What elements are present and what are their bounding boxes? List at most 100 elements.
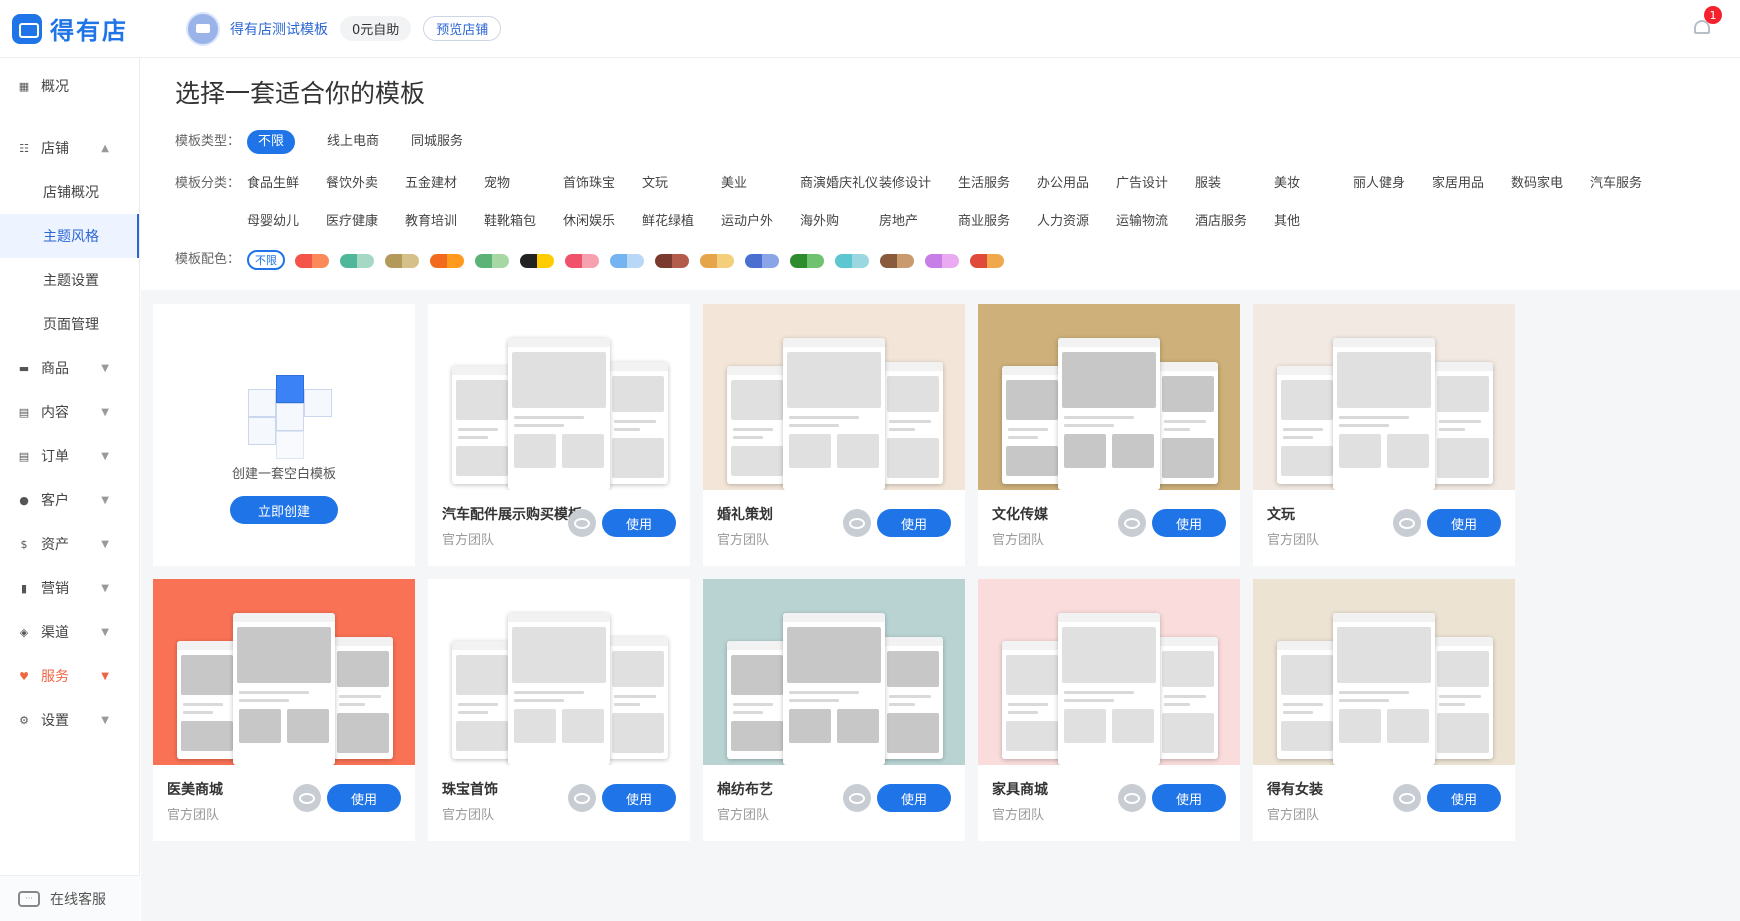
category-option[interactable]: 人力资源 (1037, 210, 1116, 234)
color-swatch[interactable] (745, 254, 779, 268)
category-option[interactable]: 首饰珠宝 (563, 172, 642, 196)
template-card[interactable]: 得有女装 官方团队 使用 (1253, 579, 1515, 841)
category-option[interactable]: 美妆 (1274, 172, 1353, 196)
nav-theme-style[interactable]: 主题风格 (0, 214, 139, 258)
template-card[interactable]: 文化传媒 官方团队 使用 (978, 304, 1240, 566)
category-option[interactable]: 广告设计 (1116, 172, 1195, 196)
template-card[interactable]: 家具商城 官方团队 使用 (978, 579, 1240, 841)
use-template-button[interactable]: 使用 (327, 784, 401, 812)
category-option[interactable]: 海外购 (800, 210, 879, 234)
template-thumbnail[interactable] (1253, 304, 1515, 490)
nav-store-overview[interactable]: 店铺概况 (0, 170, 139, 214)
preview-eye-icon[interactable] (293, 784, 321, 812)
color-swatch[interactable] (475, 254, 509, 268)
use-template-button[interactable]: 使用 (1152, 509, 1226, 537)
color-swatch[interactable] (925, 254, 959, 268)
nav-customers[interactable]: ● 客户 ▼ (0, 478, 139, 522)
preview-eye-icon[interactable] (843, 509, 871, 537)
type-option[interactable]: 线上电商 (327, 130, 379, 154)
category-option[interactable]: 休闲娱乐 (563, 210, 642, 234)
nav-marketing[interactable]: ▮ 营销 ▼ (0, 566, 139, 610)
category-option[interactable]: 汽车服务 (1590, 172, 1669, 196)
template-card[interactable]: 汽车配件展示购买模板 官方团队 使用 (428, 304, 690, 566)
template-card[interactable]: 文玩 官方团队 使用 (1253, 304, 1515, 566)
category-option[interactable]: 宠物 (484, 172, 563, 196)
nav-goods[interactable]: ▬ 商品 ▼ (0, 346, 139, 390)
color-swatch[interactable] (340, 254, 374, 268)
preview-eye-icon[interactable] (1118, 784, 1146, 812)
use-template-button[interactable]: 使用 (877, 784, 951, 812)
use-template-button[interactable]: 使用 (877, 509, 951, 537)
use-template-button[interactable]: 使用 (1427, 784, 1501, 812)
shop-avatar[interactable] (186, 11, 220, 46)
category-option[interactable]: 房地产 (879, 210, 958, 234)
use-template-button[interactable]: 使用 (1427, 509, 1501, 537)
category-option[interactable]: 商演婚庆礼仪 (800, 172, 879, 196)
template-card[interactable]: 婚礼策划 官方团队 使用 (703, 304, 965, 566)
template-card[interactable]: 珠宝首饰 官方团队 使用 (428, 579, 690, 841)
color-swatch[interactable] (880, 254, 914, 268)
nav-channels[interactable]: ◈ 渠道 ▼ (0, 610, 139, 654)
nav-content[interactable]: ▤ 内容 ▼ (0, 390, 139, 434)
shop-name[interactable]: 得有店测试模板 (230, 19, 328, 39)
use-template-button[interactable]: 使用 (602, 784, 676, 812)
nav-orders[interactable]: ▤ 订单 ▼ (0, 434, 139, 478)
preview-eye-icon[interactable] (568, 784, 596, 812)
template-thumbnail[interactable] (153, 579, 415, 765)
category-option[interactable]: 美业 (721, 172, 800, 196)
nav-store[interactable]: ☷ 店铺 ▲ (0, 126, 139, 170)
use-template-button[interactable]: 使用 (1152, 784, 1226, 812)
category-option[interactable]: 食品生鲜 (247, 172, 326, 196)
color-swatch[interactable] (565, 254, 599, 268)
category-option[interactable]: 餐饮外卖 (326, 172, 405, 196)
category-option[interactable]: 母婴幼儿 (247, 210, 326, 234)
category-option[interactable]: 装修设计 (879, 172, 958, 196)
preview-eye-icon[interactable] (1118, 509, 1146, 537)
create-now-button[interactable]: 立即创建 (230, 496, 338, 524)
category-option[interactable]: 生活服务 (958, 172, 1037, 196)
color-swatch[interactable] (700, 254, 734, 268)
category-option[interactable]: 服装 (1195, 172, 1274, 196)
notification-button[interactable]: 1 (1690, 6, 1722, 38)
color-swatch[interactable] (835, 254, 869, 268)
category-option[interactable]: 鲜花绿植 (642, 210, 721, 234)
preview-eye-icon[interactable] (1393, 509, 1421, 537)
plan-badge[interactable]: 0元自助 (340, 16, 412, 41)
category-option[interactable]: 运动户外 (721, 210, 800, 234)
template-card[interactable]: 医美商城 官方团队 使用 (153, 579, 415, 841)
category-option[interactable]: 运输物流 (1116, 210, 1195, 234)
color-all-option[interactable]: 不限 (247, 250, 285, 270)
category-option[interactable]: 医疗健康 (326, 210, 405, 234)
category-option[interactable]: 家居用品 (1432, 172, 1511, 196)
category-option[interactable]: 其他 (1274, 210, 1353, 234)
color-swatch[interactable] (295, 254, 329, 268)
category-option[interactable]: 鞋靴箱包 (484, 210, 563, 234)
preview-store-button[interactable]: 预览店铺 (423, 16, 502, 41)
template-thumbnail[interactable] (978, 579, 1240, 765)
category-option[interactable]: 数码家电 (1511, 172, 1590, 196)
preview-eye-icon[interactable] (1393, 784, 1421, 812)
category-option[interactable]: 办公用品 (1037, 172, 1116, 196)
template-thumbnail[interactable] (978, 304, 1240, 490)
nav-assets[interactable]: $ 资产 ▼ (0, 522, 139, 566)
category-option[interactable]: 五金建材 (405, 172, 484, 196)
use-template-button[interactable]: 使用 (602, 509, 676, 537)
nav-services[interactable]: ♥ 服务 ▼ (0, 654, 139, 698)
category-option[interactable]: 教育培训 (405, 210, 484, 234)
template-thumbnail[interactable] (1253, 579, 1515, 765)
category-option[interactable]: 丽人健身 (1353, 172, 1432, 196)
template-thumbnail[interactable] (703, 304, 965, 490)
color-swatch[interactable] (790, 254, 824, 268)
color-swatch[interactable] (970, 254, 1004, 268)
template-thumbnail[interactable] (428, 304, 690, 490)
category-option[interactable]: 酒店服务 (1195, 210, 1274, 234)
nav-overview[interactable]: ▦ 概况 (0, 64, 139, 108)
color-swatch[interactable] (655, 254, 689, 268)
category-option[interactable]: 文玩 (642, 172, 721, 196)
online-service-button[interactable]: ··· 在线客服 (0, 875, 140, 921)
nav-page-management[interactable]: 页面管理 (0, 302, 139, 346)
brand-logo[interactable]: 得有店 (0, 11, 156, 46)
color-swatch[interactable] (430, 254, 464, 268)
template-card[interactable]: 棉纺布艺 官方团队 使用 (703, 579, 965, 841)
type-option[interactable]: 不限 (247, 130, 296, 154)
